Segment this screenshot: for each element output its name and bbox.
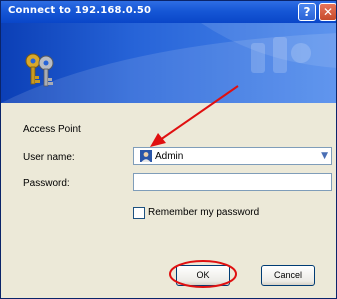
user-name-label: User name: bbox=[23, 152, 75, 163]
help-button[interactable]: ? bbox=[298, 3, 316, 21]
remember-password-label[interactable]: Remember my password bbox=[148, 207, 259, 218]
keys-icon bbox=[25, 53, 54, 87]
title-bar[interactable]: Connect to 192.168.0.50 ? ✕ bbox=[1, 1, 336, 23]
close-button[interactable]: ✕ bbox=[319, 3, 336, 21]
banner bbox=[1, 23, 336, 103]
cancel-button[interactable]: Cancel bbox=[261, 265, 315, 286]
password-field[interactable] bbox=[133, 173, 332, 191]
remember-password-checkbox[interactable] bbox=[133, 207, 145, 219]
chevron-down-icon[interactable]: ▼ bbox=[321, 151, 328, 161]
user-avatar-icon bbox=[140, 150, 152, 162]
user-name-combobox[interactable]: Admin ▼ bbox=[133, 147, 332, 165]
window-title: Connect to 192.168.0.50 bbox=[8, 5, 152, 16]
realm-label: Access Point bbox=[23, 124, 81, 135]
connect-dialog: Connect to 192.168.0.50 ? ✕ Access Point… bbox=[0, 0, 337, 299]
ok-button[interactable]: OK bbox=[176, 265, 230, 286]
user-name-value: Admin bbox=[155, 151, 184, 162]
password-label: Password: bbox=[23, 178, 70, 189]
